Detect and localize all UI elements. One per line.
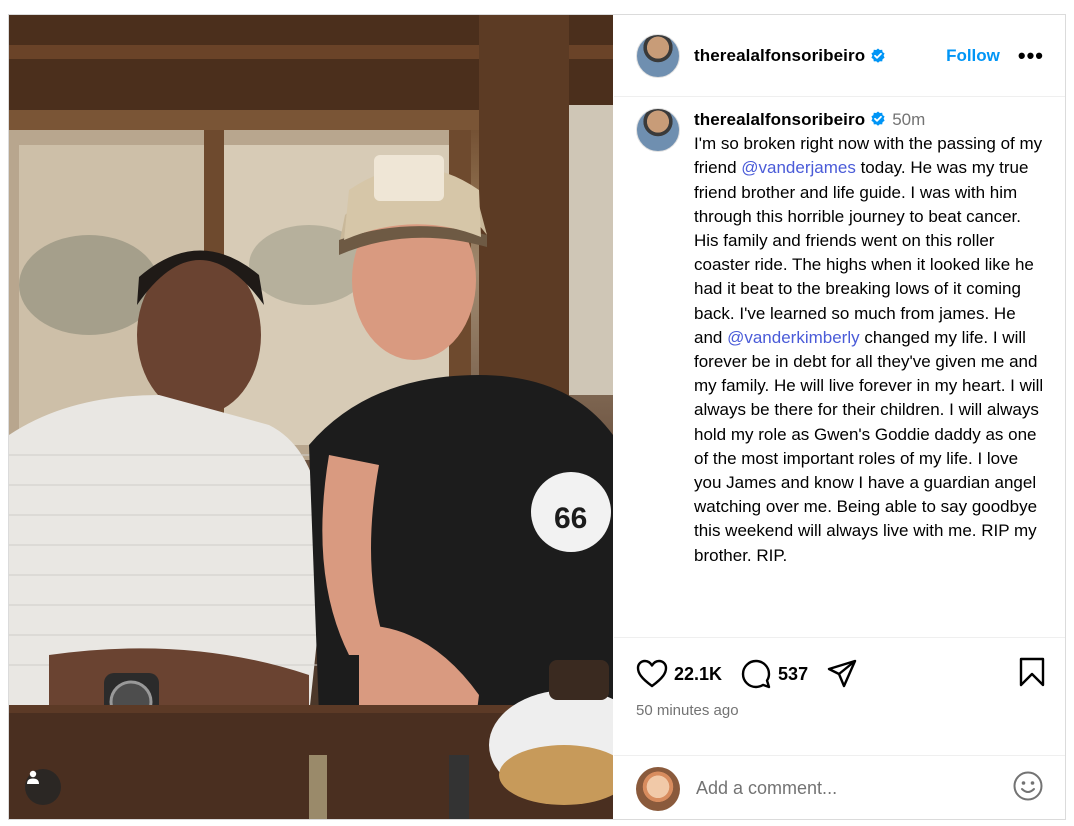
photo-illustration: 66 (9, 15, 613, 819)
caption-part-3: changed my life. I will forever be in de… (694, 327, 1044, 565)
post-photo[interactable]: 66 (9, 15, 613, 819)
emoji-icon (1013, 771, 1043, 801)
verified-badge-icon (871, 48, 885, 63)
comment-button[interactable]: 537 (740, 658, 808, 690)
verified-badge-icon (871, 111, 885, 126)
mention-vanderjames[interactable]: @vanderjames (741, 158, 856, 177)
comment-input[interactable] (696, 778, 986, 799)
comment-icon (741, 659, 771, 689)
caption-text: therealalfonsoribeiro 50m I'm so broken r… (694, 108, 1044, 568)
comment-bar (614, 755, 1065, 819)
caption-time[interactable]: 50m (892, 110, 925, 129)
caption-author-avatar[interactable] (636, 108, 680, 152)
mention-vanderkimberly[interactable]: @vanderkimberly (727, 328, 860, 347)
user-tag-button[interactable] (25, 769, 61, 805)
viewer-avatar (636, 766, 680, 811)
save-button[interactable] (1018, 657, 1046, 692)
follow-button[interactable]: Follow (946, 46, 1000, 66)
share-icon (827, 659, 857, 688)
bookmark-icon (1019, 657, 1045, 686)
share-button[interactable] (826, 659, 858, 689)
caption-username[interactable]: therealalfonsoribeiro (694, 110, 865, 129)
action-bar: 22.1K 537 (636, 656, 1046, 692)
caption-row: therealalfonsoribeiro 50m I'm so broken r… (636, 108, 1044, 568)
like-button[interactable]: 22.1K (636, 659, 722, 689)
more-options-button[interactable]: ••• (1018, 44, 1044, 67)
caption-section: therealalfonsoribeiro 50m I'm so broken r… (614, 98, 1065, 636)
post-header: therealalfonsoribeiro Follow ••• (614, 15, 1065, 97)
author-username[interactable]: therealalfonsoribeiro (694, 46, 865, 66)
comment-count[interactable]: 537 (778, 664, 808, 685)
post-card: 66 therealalfonsoribeiro Follow ••• ther… (8, 14, 1066, 820)
user-tag-icon (27, 770, 39, 784)
heart-icon (636, 659, 668, 688)
post-timestamp[interactable]: 50 minutes ago (636, 702, 739, 719)
like-count[interactable]: 22.1K (674, 664, 722, 685)
svg-text:66: 66 (554, 502, 587, 535)
caption-part-2: today. He was my true friend brother and… (694, 158, 1034, 347)
emoji-button[interactable] (1012, 770, 1044, 807)
post-side-panel: therealalfonsoribeiro Follow ••• thereal… (614, 15, 1065, 819)
author-avatar[interactable] (636, 33, 680, 78)
actions-section: 22.1K 537 50 minutes ago (614, 637, 1065, 755)
